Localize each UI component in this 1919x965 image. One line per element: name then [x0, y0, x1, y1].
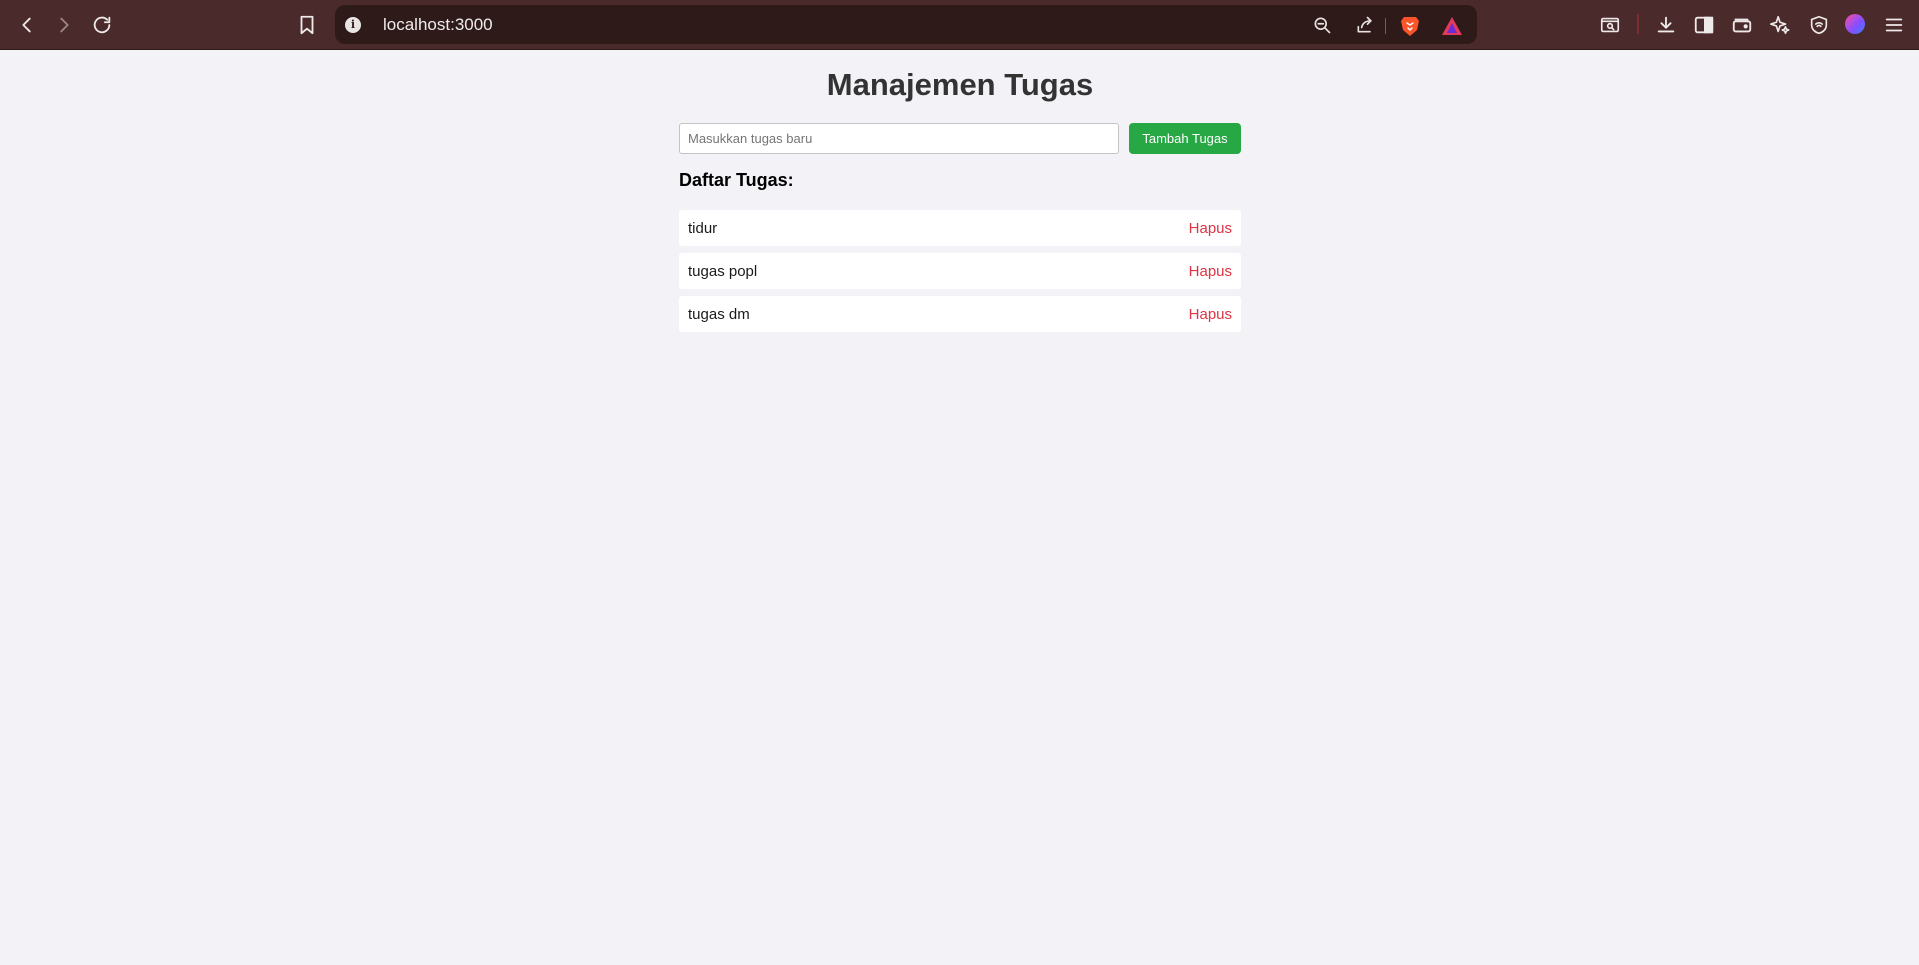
task-list: tidur Hapus tugas popl Hapus tugas dm Ha… — [679, 210, 1241, 339]
vpn-icon[interactable] — [1806, 12, 1832, 38]
share-icon[interactable] — [1354, 14, 1376, 36]
delete-task-button[interactable]: Hapus — [1189, 263, 1232, 280]
forward-icon[interactable] — [51, 12, 77, 38]
bookmark-icon[interactable] — [294, 12, 320, 38]
reload-icon[interactable] — [89, 12, 115, 38]
address-bar[interactable]: i localhost:3000 — [335, 5, 1477, 44]
task-item: tidur Hapus — [679, 210, 1241, 246]
profile-avatar-icon[interactable] — [1845, 14, 1865, 34]
page-title: Manajemen Tugas — [826, 67, 1094, 102]
browser-toolbar: i localhost:3000 — [0, 0, 1919, 50]
task-item: tugas dm Hapus — [679, 296, 1241, 332]
task-text: tidur — [688, 219, 718, 237]
zoom-icon[interactable] — [1311, 14, 1333, 36]
task-item: tugas popl Hapus — [679, 253, 1241, 289]
menu-icon[interactable] — [1881, 12, 1907, 38]
toolbar-divider — [1637, 14, 1639, 34]
tab-search-icon[interactable] — [1597, 12, 1623, 38]
brave-shields-icon[interactable] — [1400, 15, 1420, 37]
delete-task-button[interactable]: Hapus — [1189, 306, 1232, 323]
site-info-icon[interactable]: i — [345, 17, 361, 33]
omnibox-divider — [1385, 18, 1386, 34]
leo-ai-icon[interactable] — [1767, 12, 1793, 38]
download-icon[interactable] — [1653, 12, 1679, 38]
task-text: tugas dm — [688, 305, 750, 323]
url-text[interactable]: localhost:3000 — [383, 15, 493, 35]
task-text: tugas popl — [688, 262, 758, 280]
add-task-button[interactable]: Tambah Tugas — [1129, 123, 1241, 154]
sidebar-icon[interactable] — [1691, 12, 1717, 38]
back-icon[interactable] — [14, 12, 40, 38]
wallet-icon[interactable] — [1729, 12, 1755, 38]
task-list-heading: Daftar Tugas: — [679, 170, 794, 190]
delete-task-button[interactable]: Hapus — [1189, 220, 1232, 237]
new-task-input[interactable] — [679, 123, 1119, 154]
brave-rewards-icon[interactable] — [1441, 16, 1463, 36]
